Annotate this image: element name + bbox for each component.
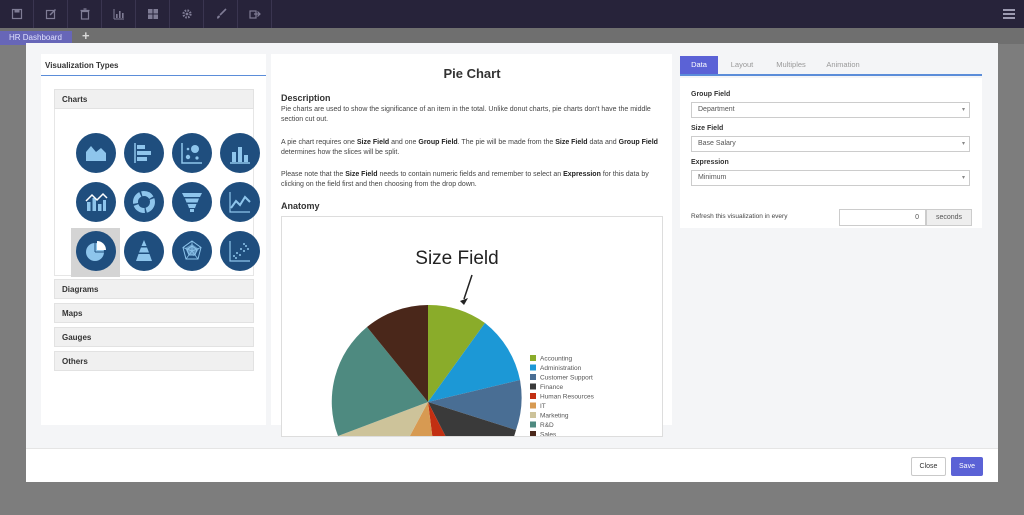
size-field-label: Size Field bbox=[691, 125, 724, 132]
group-field-select[interactable]: Department ▾ bbox=[691, 102, 970, 118]
area-chart-icon[interactable] bbox=[76, 133, 116, 173]
settings-tabs: Data Layout Multiples Animation bbox=[680, 56, 982, 76]
bubble-chart-icon[interactable] bbox=[172, 133, 212, 173]
save-button[interactable]: Save bbox=[951, 457, 983, 476]
expression-select[interactable]: Minimum ▾ bbox=[691, 170, 970, 186]
section-others[interactable]: Others bbox=[54, 351, 254, 371]
tab-layout[interactable]: Layout bbox=[720, 56, 764, 74]
legend-label: Customer Support bbox=[540, 375, 593, 382]
description-paragraph-2: A pie chart requires one Size Field and … bbox=[281, 139, 658, 156]
visualization-types-panel: Visualization Types Charts Diagrams Maps… bbox=[41, 54, 266, 425]
brush-icon[interactable] bbox=[204, 0, 238, 28]
combo-chart-icon[interactable] bbox=[76, 182, 116, 222]
legend-label: IT bbox=[540, 403, 546, 410]
line-chart-icon[interactable] bbox=[220, 182, 260, 222]
bar-chart-icon[interactable] bbox=[102, 0, 136, 28]
refresh-label: Refresh this visualization in every bbox=[691, 213, 788, 220]
scatter-chart-icon[interactable] bbox=[220, 231, 260, 271]
size-field-select[interactable]: Base Salary ▾ bbox=[691, 136, 970, 152]
legend-swatch bbox=[530, 421, 536, 428]
section-gauges[interactable]: Gauges bbox=[54, 327, 254, 347]
pyramid-chart-icon[interactable] bbox=[124, 231, 164, 271]
legend-swatch bbox=[530, 374, 536, 380]
legend-label: R&D bbox=[540, 422, 554, 429]
data-settings-form: Group Field Department ▾ Size Field Base … bbox=[680, 78, 982, 228]
dashboard-tab-strip: HR Dashboard + bbox=[0, 28, 1024, 45]
bar-horizontal-icon[interactable] bbox=[124, 133, 164, 173]
legend-label: Finance bbox=[540, 384, 564, 391]
dashboard-grid-icon[interactable] bbox=[136, 0, 170, 28]
group-field-label: Group Field bbox=[691, 91, 731, 98]
pie-chart-icon[interactable] bbox=[76, 231, 116, 271]
top-toolbar bbox=[0, 0, 1024, 28]
legend-swatch bbox=[530, 431, 536, 436]
save-icon[interactable] bbox=[0, 0, 34, 28]
legend-swatch bbox=[530, 393, 536, 399]
funnel-chart-icon[interactable] bbox=[172, 182, 212, 222]
legend-label: Marketing bbox=[540, 413, 569, 420]
section-maps[interactable]: Maps bbox=[54, 303, 254, 323]
legend-swatch bbox=[530, 383, 536, 390]
legend-swatch bbox=[530, 355, 536, 361]
chevron-down-icon: ▾ bbox=[961, 141, 965, 147]
legend-label: Administration bbox=[540, 365, 582, 372]
description-paragraph-1: Pie charts are used to show the signific… bbox=[281, 106, 651, 123]
description-heading: Description bbox=[281, 93, 331, 103]
chevron-down-icon: ▾ bbox=[961, 175, 965, 181]
tab-animation[interactable]: Animation bbox=[818, 56, 868, 74]
legend-label: Human Resources bbox=[540, 394, 595, 401]
section-charts[interactable]: Charts bbox=[54, 89, 254, 109]
chevron-down-icon: ▾ bbox=[961, 107, 965, 113]
panel-title: Visualization Types bbox=[45, 61, 119, 70]
radar-chart-icon[interactable] bbox=[172, 231, 212, 271]
edit-icon[interactable] bbox=[34, 0, 68, 28]
anatomy-pie bbox=[331, 304, 522, 436]
settings-panel: Data Layout Multiples Animation Group Fi… bbox=[672, 54, 990, 425]
hamburger-icon[interactable] bbox=[994, 0, 1024, 28]
legend-swatch bbox=[530, 364, 536, 371]
chart-title: Pie Chart bbox=[443, 66, 501, 81]
close-button[interactable]: Close bbox=[911, 457, 946, 476]
gear-icon[interactable] bbox=[170, 0, 204, 28]
anatomy-heading: Anatomy bbox=[281, 201, 320, 211]
tab-multiples[interactable]: Multiples bbox=[768, 56, 814, 74]
anatomy-arrow bbox=[463, 274, 473, 300]
legend-swatch bbox=[530, 402, 536, 409]
column-chart-icon[interactable] bbox=[220, 133, 260, 173]
refresh-interval-input[interactable]: 0 bbox=[839, 209, 926, 226]
visualization-modal: Visualization Types Charts Diagrams Maps… bbox=[26, 43, 998, 482]
legend-label: Accounting bbox=[540, 356, 573, 363]
refresh-unit-addon: seconds bbox=[926, 209, 972, 226]
description-paragraph-3: Please note that the Size Field needs to… bbox=[281, 171, 649, 188]
expression-label: Expression bbox=[691, 159, 729, 166]
legend-swatch bbox=[530, 412, 536, 418]
anatomy-legend: Accounting Administration Customer Support… bbox=[530, 355, 595, 438]
anatomy-illustration: Size Field Accounting Administration Custo… bbox=[281, 216, 663, 437]
section-diagrams[interactable]: Diagrams bbox=[54, 279, 254, 299]
tab-data[interactable]: Data bbox=[680, 56, 718, 74]
description-panel: Pie Chart Description Pie charts are use… bbox=[271, 54, 683, 437]
donut-chart-icon[interactable] bbox=[124, 182, 164, 222]
add-tab-button[interactable]: + bbox=[82, 29, 90, 43]
legend-label: Sales bbox=[540, 432, 557, 438]
modal-footer: Close Save bbox=[26, 448, 998, 482]
trash-icon[interactable] bbox=[68, 0, 102, 28]
divider bbox=[41, 75, 266, 76]
anatomy-size-field-label: Size Field bbox=[415, 248, 498, 269]
share-icon[interactable] bbox=[238, 0, 272, 28]
